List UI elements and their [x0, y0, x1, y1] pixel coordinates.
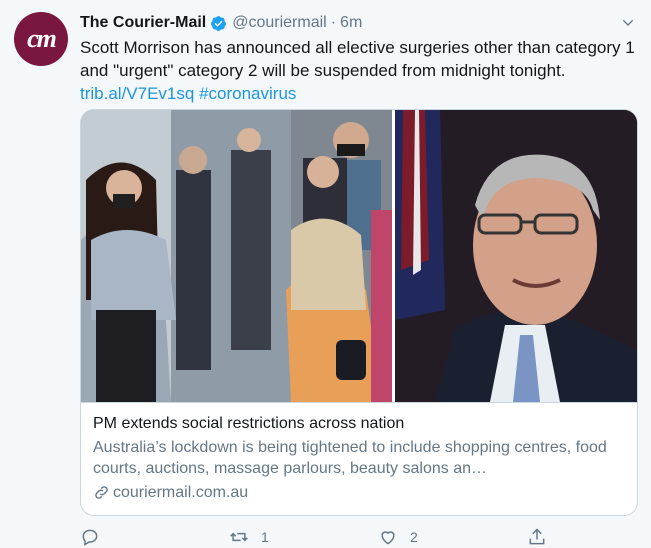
link-icon — [95, 486, 108, 499]
timestamp[interactable]: 6m — [340, 14, 362, 32]
share-button[interactable] — [527, 526, 567, 548]
share-icon — [529, 528, 545, 545]
tweet[interactable]: cm The Courier-Mail @couriermail · 6m Sc… — [0, 0, 651, 548]
retweet-count: 1 — [261, 529, 269, 545]
like-count: 2 — [410, 529, 418, 545]
verified-icon — [210, 15, 227, 32]
tweet-hashtag[interactable]: #coronavirus — [199, 84, 296, 103]
chevron-down-icon[interactable] — [619, 14, 637, 32]
link-card[interactable]: PM extends social restrictions across na… — [80, 109, 638, 516]
avatar-initials: cm — [27, 24, 57, 53]
reply-button[interactable] — [80, 526, 229, 548]
card-title[interactable]: PM extends social restrictions across na… — [93, 413, 625, 434]
card-description: Australia’s lockdown is being tightened … — [93, 439, 607, 477]
avatar[interactable]: cm — [14, 12, 68, 66]
tweet-link[interactable]: trib.al/V7Ev1sq — [80, 84, 194, 103]
card-body[interactable]: PM extends social restrictions across na… — [81, 402, 637, 515]
separator-dot: · — [330, 14, 337, 31]
retweet-button[interactable]: 1 — [229, 526, 378, 548]
tweet-actions: 1 2 — [80, 526, 580, 548]
tweet-body: Scott Morrison has announced all electiv… — [80, 38, 635, 80]
card-url-text: couriermail.com.au — [113, 484, 249, 501]
card-image[interactable] — [81, 110, 637, 402]
card-image-portrait — [395, 110, 637, 402]
like-button[interactable]: 2 — [378, 526, 527, 548]
retweet-icon — [230, 532, 248, 542]
card-image-crowd — [81, 110, 392, 402]
tweet-text: Scott Morrison has announced all electiv… — [80, 36, 636, 105]
account-handle[interactable]: @couriermail — [232, 14, 326, 32]
account-name[interactable]: The Courier-Mail — [80, 14, 206, 32]
reply-icon — [82, 529, 98, 546]
card-url[interactable]: couriermail.com.au — [93, 482, 625, 503]
tweet-header: The Courier-Mail @couriermail · 6m — [80, 12, 637, 34]
like-icon — [381, 531, 395, 545]
